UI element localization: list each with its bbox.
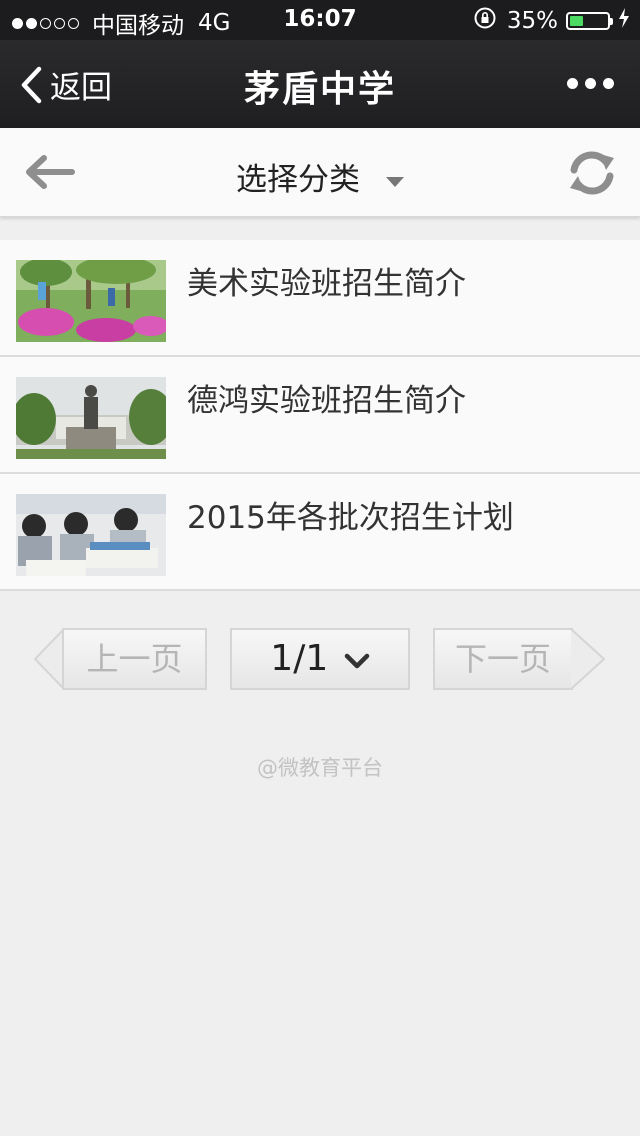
list-item[interactable]: 美术实验班招生简介 [0, 240, 640, 357]
thumbnail-image [16, 260, 166, 342]
next-page-button[interactable]: 下一页 [433, 628, 573, 690]
category-toolbar: 选择分类 [0, 128, 640, 217]
charging-icon [618, 8, 630, 34]
rotation-lock-icon [473, 6, 497, 36]
prev-page-button[interactable]: 上一页 [62, 628, 207, 690]
prev-arrow-icon [34, 628, 64, 690]
item-title: 2015年各批次招生计划 [187, 500, 514, 536]
article-list: 美术实验班招生简介 德鸿实验班招生简介 2015年各批次招生计划 [0, 240, 640, 591]
footer-credit: @微教育平台 [257, 756, 383, 780]
status-bar: 中国移动 4G 16:07 35% [0, 0, 640, 40]
page-title: 茅盾中学 [243, 69, 396, 110]
pagination: 上一页 1/1 下一页 [0, 628, 640, 692]
thumbnail-image [16, 377, 166, 459]
page-selector[interactable]: 1/1 [230, 628, 410, 690]
list-item[interactable]: 德鸿实验班招生简介 [0, 357, 640, 474]
navigation-bar: 返回 茅盾中学 [0, 40, 640, 128]
more-options-icon[interactable] [560, 78, 614, 89]
category-label: 选择分类 [236, 162, 360, 198]
category-selector[interactable]: 选择分类 [0, 154, 640, 199]
item-title: 美术实验班招生简介 [187, 266, 466, 302]
thumbnail-image [16, 494, 166, 576]
page-indicator: 1/1 [270, 638, 329, 679]
list-item[interactable]: 2015年各批次招生计划 [0, 474, 640, 591]
chevron-down-icon [344, 653, 369, 669]
caret-down-icon [386, 176, 404, 187]
item-title: 德鸿实验班招生简介 [187, 383, 466, 419]
battery-percent: 35% [506, 8, 558, 34]
refresh-icon[interactable] [564, 148, 620, 202]
next-arrow-icon [571, 628, 605, 690]
battery-icon [566, 12, 613, 30]
